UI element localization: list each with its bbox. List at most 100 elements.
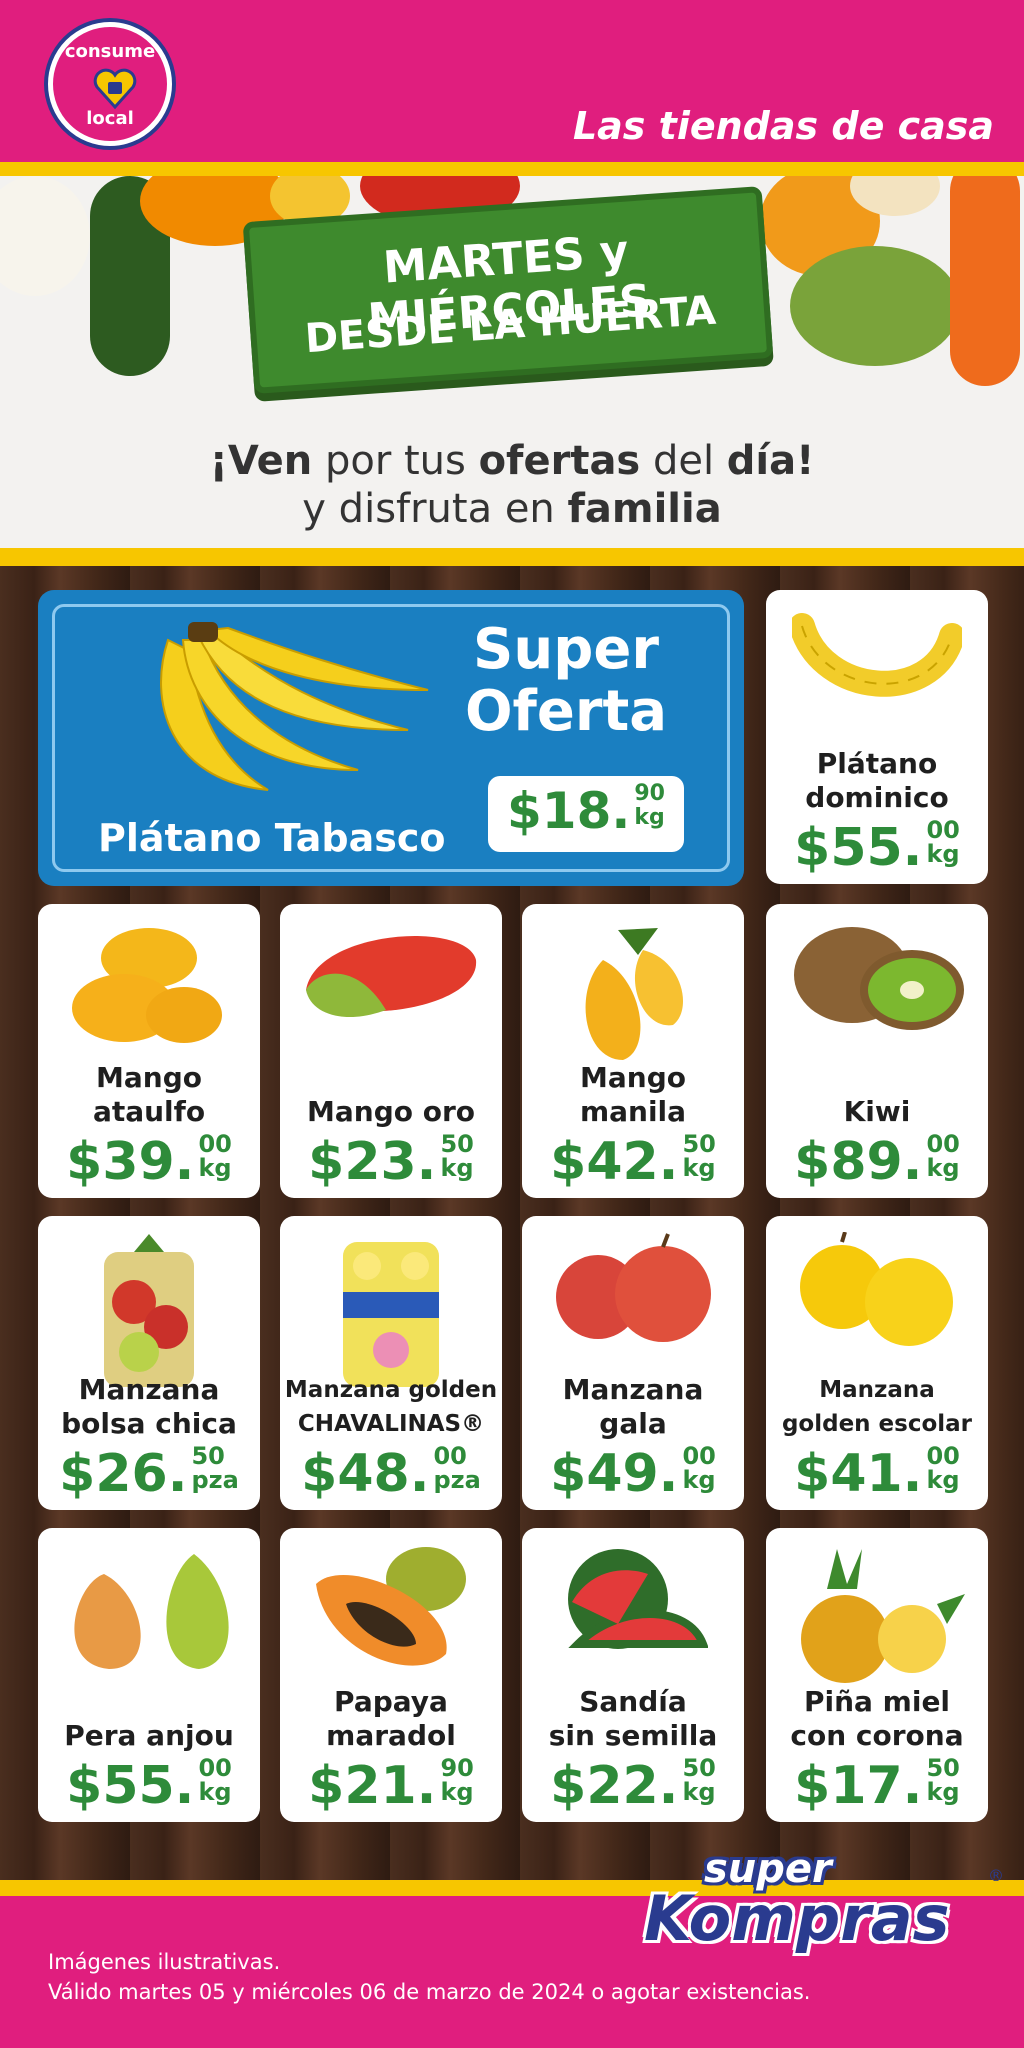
price-main: $42. <box>550 1132 679 1192</box>
product-name-line-2: Kiwi <box>843 1095 911 1128</box>
product-card[interactable]: Pera anjou $55. 00 kg <box>38 1528 260 1822</box>
mango-manila-icon <box>563 920 703 1074</box>
price-cents: 50 <box>926 1754 960 1782</box>
brand-registered: ® <box>988 1866 1004 1885</box>
consume-local-logo: consume local <box>48 22 172 146</box>
price-cents: 50 <box>682 1754 716 1782</box>
super-kompras-logo: super Kompras ® <box>644 1846 1004 1955</box>
price-unit: kg <box>682 1466 716 1494</box>
product-name-line-1: Mango <box>580 1061 686 1094</box>
price-cents: 90 <box>634 781 665 806</box>
product-card[interactable]: Manzana golden CHAVALINAS® $48. 00 pza <box>280 1216 502 1510</box>
hero-headline-2: y disfruta en familia <box>0 486 1024 532</box>
price-unit: kg <box>926 840 960 868</box>
product-price: $22. 50 kg <box>522 1756 744 1816</box>
price-unit: kg <box>926 1466 960 1494</box>
pear-icon <box>54 1544 244 1678</box>
product-name-line-2: CHAVALINAS® <box>297 1411 485 1437</box>
price-main: $21. <box>308 1756 437 1816</box>
price-cents-block: 00 kg <box>198 1756 231 1804</box>
apple-bag-icon <box>94 1232 204 1396</box>
kiwi-icon <box>782 920 972 1044</box>
divider-strip <box>0 162 1024 176</box>
price-cents-block: 50 pza <box>191 1444 238 1492</box>
hero-text-part: familia <box>567 486 722 532</box>
pineapple-icon <box>787 1544 967 1688</box>
apple-golden-icon <box>787 1231 967 1356</box>
product-price: $26. 50 pza <box>38 1444 260 1504</box>
price-cents-block: 90 kg <box>634 782 665 830</box>
price-main: $22. <box>550 1756 679 1816</box>
price-cents: 00 <box>198 1130 232 1158</box>
mango-oro-icon <box>296 920 486 1034</box>
product-name-line-1: Manzana <box>819 1377 935 1403</box>
product-card[interactable]: Piña miel con corona $17. 50 kg <box>766 1528 988 1822</box>
product-name-line-1: Piña miel <box>803 1685 951 1718</box>
price-unit: pza <box>433 1466 481 1494</box>
product-price: $42. 50 kg <box>522 1132 744 1192</box>
product-card[interactable]: Plátano dominico $55. 00 kg <box>766 590 988 884</box>
price-cents: 00 <box>433 1442 467 1470</box>
product-name-line-2: con corona <box>790 1719 964 1752</box>
product-price: $17. 50 kg <box>766 1756 988 1816</box>
product-card[interactable]: Mango ataulfo $39. 00 kg <box>38 904 260 1198</box>
product-price: $49. 00 kg <box>522 1444 744 1504</box>
product-price: $23. 50 kg <box>280 1132 502 1192</box>
legal-note: Imágenes ilustrativas. <box>48 1950 281 1974</box>
product-name-line-1: Plátano <box>816 747 938 780</box>
price-main: $23. <box>308 1132 437 1192</box>
price-cents: 50 <box>191 1442 225 1470</box>
product-name-line-1: Mango <box>96 1061 202 1094</box>
product-name-line-1: Manzana golden <box>284 1377 498 1403</box>
product-name-line-1: Manzana <box>562 1373 704 1406</box>
price-main: $18. <box>507 782 631 840</box>
price-main: $41. <box>794 1444 923 1504</box>
price-cents-block: 00 kg <box>926 1132 959 1180</box>
papaya-icon <box>306 1544 476 1678</box>
price-cents: 00 <box>926 1442 960 1470</box>
product-name-line-1: Sandía <box>579 1685 687 1718</box>
product-price: $21. 90 kg <box>280 1756 502 1816</box>
super-oferta-price: $18. 90 kg <box>488 776 684 852</box>
price-cents: 50 <box>682 1130 716 1158</box>
product-card[interactable]: Mango oro $23. 50 kg <box>280 904 502 1198</box>
bananas-small-icon <box>789 606 965 720</box>
product-card[interactable]: Kiwi $89. 00 kg <box>766 904 988 1198</box>
price-unit: kg <box>926 1778 960 1806</box>
price-main: $89. <box>794 1132 923 1192</box>
product-name-line-2: ataulfo <box>92 1095 206 1128</box>
product-card[interactable]: Manzana gala $49. 00 kg <box>522 1216 744 1510</box>
price-unit: kg <box>440 1154 474 1182</box>
product-price: $89. 00 kg <box>766 1132 988 1192</box>
price-unit: kg <box>682 1154 716 1182</box>
hero-text-part: ofertas <box>478 438 641 484</box>
product-name-line-2: golden escolar <box>781 1411 973 1437</box>
garlic-icon <box>0 176 90 296</box>
price-unit: kg <box>198 1154 232 1182</box>
product-name-line-2: maradol <box>326 1719 456 1752</box>
product-card[interactable]: Manzana golden escolar $41. 00 kg <box>766 1216 988 1510</box>
price-cents-block: 00 kg <box>682 1444 715 1492</box>
super-oferta-card[interactable]: Super Oferta $18. 90 kg Plátano Tabasco <box>38 590 744 886</box>
product-card[interactable]: Manzana bolsa chica $26. 50 pza <box>38 1216 260 1510</box>
price-cents-block: 00 kg <box>198 1132 231 1180</box>
price-main: $48. <box>301 1444 430 1504</box>
desde-la-huerta-sign: MARTES y MIÉRCOLES DESDE LA HUERTA <box>242 186 774 394</box>
product-price: $41. 00 kg <box>766 1444 988 1504</box>
price-cents: 50 <box>440 1130 474 1158</box>
apple-pack-icon <box>331 1232 451 1396</box>
product-name-line-2: gala <box>599 1407 667 1440</box>
product-name-line-2: Pera anjou <box>64 1719 234 1752</box>
price-cents: 00 <box>198 1754 232 1782</box>
product-card[interactable]: Mango manila $42. 50 kg <box>522 904 744 1198</box>
product-name-line-2: bolsa chica <box>61 1407 237 1440</box>
product-card[interactable]: Papaya maradol $21. 90 kg <box>280 1528 502 1822</box>
tagline: Las tiendas de casa <box>572 104 994 148</box>
product-name-line-1: Papaya <box>334 1685 448 1718</box>
price-cents-block: 50 kg <box>682 1132 715 1180</box>
product-card[interactable]: Sandía sin semilla $22. 50 kg <box>522 1528 744 1822</box>
product-name-line-2: dominico <box>805 781 949 814</box>
price-unit: kg <box>926 1154 960 1182</box>
divider-strip <box>0 548 1024 566</box>
super-oferta-title-2: Oferta <box>464 679 668 744</box>
